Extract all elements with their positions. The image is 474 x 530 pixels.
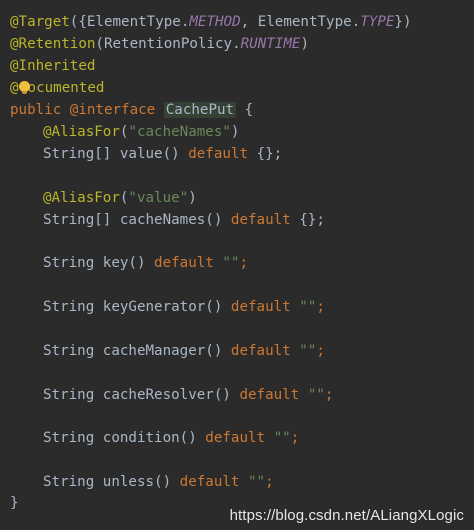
keyword-token: default <box>188 146 249 162</box>
method-name-token: cacheManager <box>102 343 206 359</box>
method-name-token: unless <box>102 474 155 490</box>
code-token: () <box>205 343 231 359</box>
code-line: @AliasFor("cacheNames") <box>43 122 239 142</box>
string-token: "" <box>307 387 325 403</box>
watermark: https://blog.csdn.net/ALiangXLogic <box>229 507 464 524</box>
code-token: {}; <box>290 212 325 228</box>
type-token: String <box>43 430 103 446</box>
code-line: String key() default ""; <box>43 253 248 273</box>
string-token: "cacheNames" <box>128 124 231 140</box>
type-token: String[] <box>43 146 120 162</box>
code-token: () <box>213 387 240 403</box>
string-token: "" <box>222 255 240 271</box>
keyword-token: default <box>230 299 291 315</box>
method-name-token: value <box>119 146 163 162</box>
code-token: ; <box>316 343 325 359</box>
code-line: String[] cacheNames() default {}; <box>43 210 325 230</box>
code-line: public @interface CachePut { <box>10 100 253 120</box>
code-editor[interactable]: @Target({ElementType.METHOD, ElementType… <box>0 0 474 530</box>
code-token: () <box>128 255 155 271</box>
code-token: } <box>10 495 19 511</box>
code-line: String cacheResolver() default ""; <box>43 385 333 405</box>
declaration-name-token: CachePut <box>163 102 237 118</box>
keyword-token: default <box>230 343 291 359</box>
code-line: @Retention(RetentionPolicy.RUNTIME) <box>10 34 309 54</box>
enum-constant-token: TYPE <box>360 14 395 30</box>
method-name-token: cacheResolver <box>102 387 214 403</box>
code-token: ) <box>300 36 309 52</box>
code-token: ; <box>290 430 300 446</box>
annotation-token: @Inherited <box>10 58 96 74</box>
code-token: ; <box>316 299 325 315</box>
code-token: () <box>154 474 180 490</box>
type-token: String <box>43 387 103 403</box>
keyword-token: default <box>179 474 240 490</box>
lightbulb-icon[interactable] <box>19 81 30 94</box>
type-token: String <box>43 255 103 271</box>
string-token: "" <box>248 474 266 490</box>
method-name-token: key <box>102 255 129 271</box>
code-line: String unless() default ""; <box>43 472 274 492</box>
keyword-token: default <box>154 255 214 271</box>
keyword-token: default <box>205 430 266 446</box>
annotation-token: @Target <box>10 14 70 30</box>
annotation-token: @ <box>10 80 19 96</box>
type-token: String <box>43 474 103 490</box>
annotation-token: @Retention <box>10 36 96 52</box>
code-token: , ElementType. <box>240 14 361 30</box>
code-token: { <box>236 102 254 118</box>
type-token: String <box>43 299 103 315</box>
enum-constant-token: RUNTIME <box>240 36 301 52</box>
code-token: ) <box>230 124 240 140</box>
string-token: "" <box>299 299 317 315</box>
type-token: String[] <box>43 212 120 228</box>
code-token: }) <box>394 14 412 30</box>
code-line: String cacheManager() default ""; <box>43 341 325 361</box>
string-token: "value" <box>128 190 189 206</box>
code-token: ; <box>239 255 249 271</box>
code-line: @AliasFor("value") <box>43 188 197 208</box>
code-token: ; <box>324 387 334 403</box>
enum-constant-token: METHOD <box>189 14 241 30</box>
string-token: "" <box>299 343 317 359</box>
code-token: ) <box>188 190 197 206</box>
code-token: ({ElementType. <box>69 14 190 30</box>
annotation-token: @AliasFor <box>43 124 120 140</box>
code-line: String condition() default ""; <box>43 428 299 448</box>
annotation-token: ocumented <box>27 80 105 96</box>
keyword-token: public @interface <box>10 102 164 118</box>
code-token: {}; <box>248 146 283 162</box>
type-token: String <box>43 343 103 359</box>
method-name-token: condition <box>102 430 180 446</box>
string-token: "" <box>273 430 291 446</box>
code-token: () <box>205 212 231 228</box>
code-token: () <box>179 430 206 446</box>
code-token: () <box>162 146 189 162</box>
method-name-token: cacheNames <box>119 212 206 228</box>
code-line: String keyGenerator() default ""; <box>43 297 325 317</box>
code-token: ; <box>265 474 274 490</box>
code-line: @Target({ElementType.METHOD, ElementType… <box>10 12 412 32</box>
code-line: } <box>10 493 19 513</box>
code-token: () <box>205 299 231 315</box>
annotation-token: @AliasFor <box>43 190 120 206</box>
keyword-token: default <box>239 387 300 403</box>
code-line: String[] value() default {}; <box>43 144 282 164</box>
method-name-token: keyGenerator <box>102 299 206 315</box>
keyword-token: default <box>230 212 291 228</box>
code-token: (RetentionPolicy. <box>95 36 241 52</box>
code-line: @Inherited <box>10 56 95 76</box>
